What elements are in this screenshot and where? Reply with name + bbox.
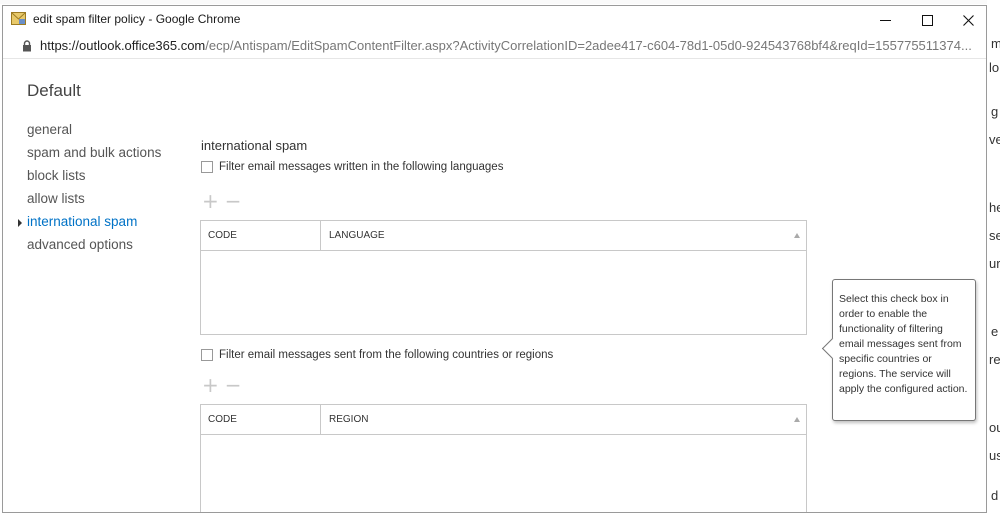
column-header-language[interactable]: LANGUAGE [321, 221, 385, 259]
lock-icon [23, 40, 31, 52]
chrome-popup-window: edit spam filter policy - Google Chrome … [2, 5, 987, 513]
languages-filter-row[interactable]: Filter email messages written in the fol… [201, 161, 503, 173]
nav-item-advanced-options[interactable]: advanced options [27, 237, 161, 260]
top-background-strip [0, 0, 1000, 4]
background-text: ve [989, 132, 1000, 147]
nav-item-label: allow lists [27, 191, 85, 206]
background-text: ur [989, 256, 1000, 271]
background-page-edge: m lo g ve he se ur e re ou us d [987, 0, 1000, 513]
regions-table-header: CODE REGION [201, 405, 806, 435]
background-text: m [991, 36, 1000, 51]
nav-item-general[interactable]: general [27, 122, 161, 145]
nav-item-spam-and-bulk-actions[interactable]: spam and bulk actions [27, 145, 161, 168]
remove-language-button[interactable]: − [225, 191, 242, 211]
background-text: ou [989, 420, 1000, 435]
languages-table-header: CODE LANGUAGE [201, 221, 806, 251]
title-bar[interactable]: edit spam filter policy - Google Chrome [3, 6, 986, 34]
exchange-app-icon [11, 12, 26, 25]
regions-table[interactable]: CODE REGION [200, 404, 807, 512]
regions-filter-checkbox[interactable] [201, 349, 213, 361]
nav-item-label: advanced options [27, 237, 133, 252]
column-header-region[interactable]: REGION [321, 405, 368, 443]
column-header-code[interactable]: CODE [201, 405, 321, 434]
sort-arrow-icon [794, 233, 800, 238]
nav-item-label: general [27, 122, 73, 137]
url-text[interactable]: https://outlook.office365.com/ecp/Antisp… [40, 38, 972, 53]
regions-filter-row[interactable]: Filter email messages sent from the foll… [201, 349, 553, 361]
background-text: g [991, 104, 999, 119]
maximize-button[interactable] [905, 6, 949, 34]
section-nav: general spam and bulk actions block list… [18, 122, 161, 260]
background-text: se [989, 228, 1000, 243]
policy-editor: Default general spam and bulk actions bl… [3, 59, 986, 512]
nav-item-label: international spam [27, 214, 138, 229]
minimize-button[interactable] [863, 6, 907, 34]
nav-item-label: spam and bulk actions [27, 145, 162, 160]
help-tooltip: Select this check box in order to enable… [821, 279, 976, 421]
add-region-button[interactable]: + [202, 375, 219, 395]
regions-edit-buttons: + − [202, 375, 242, 395]
page-title: Default [27, 81, 81, 100]
background-text: lo [989, 60, 1000, 75]
languages-filter-checkbox[interactable] [201, 161, 213, 173]
nav-item-allow-lists[interactable]: allow lists [27, 191, 161, 214]
tooltip-text: Select this check box in order to enable… [839, 293, 968, 395]
add-language-button[interactable]: + [202, 191, 219, 211]
selected-arrow-icon [18, 219, 22, 227]
languages-edit-buttons: + − [202, 191, 242, 211]
window-title: edit spam filter policy - Google Chrome [33, 12, 241, 26]
regions-filter-label: Filter email messages sent from the foll… [219, 349, 554, 361]
background-text: us [989, 448, 1000, 463]
background-text: re [989, 352, 1000, 367]
background-text: e [991, 324, 999, 339]
column-header-code[interactable]: CODE [201, 221, 321, 250]
url-path: /ecp/Antispam/EditSpamContentFilter.aspx… [205, 38, 972, 53]
minimize-icon [879, 19, 891, 21]
close-button[interactable] [946, 6, 986, 34]
url-host: https://outlook.office365.com [40, 38, 206, 53]
sort-arrow-icon [794, 417, 800, 422]
remove-region-button[interactable]: − [225, 375, 242, 395]
languages-filter-label: Filter email messages written in the fol… [219, 161, 504, 173]
close-icon [962, 14, 974, 26]
maximize-icon [921, 14, 933, 26]
nav-item-block-lists[interactable]: block lists [27, 168, 161, 191]
background-text: d [991, 488, 999, 503]
address-bar[interactable]: https://outlook.office365.com/ecp/Antisp… [3, 34, 986, 59]
section-title: international spam [201, 138, 308, 153]
background-text: he [989, 200, 1000, 215]
languages-table[interactable]: CODE LANGUAGE [200, 220, 807, 335]
nav-item-label: block lists [27, 168, 86, 183]
nav-item-international-spam[interactable]: international spam [18, 214, 161, 237]
